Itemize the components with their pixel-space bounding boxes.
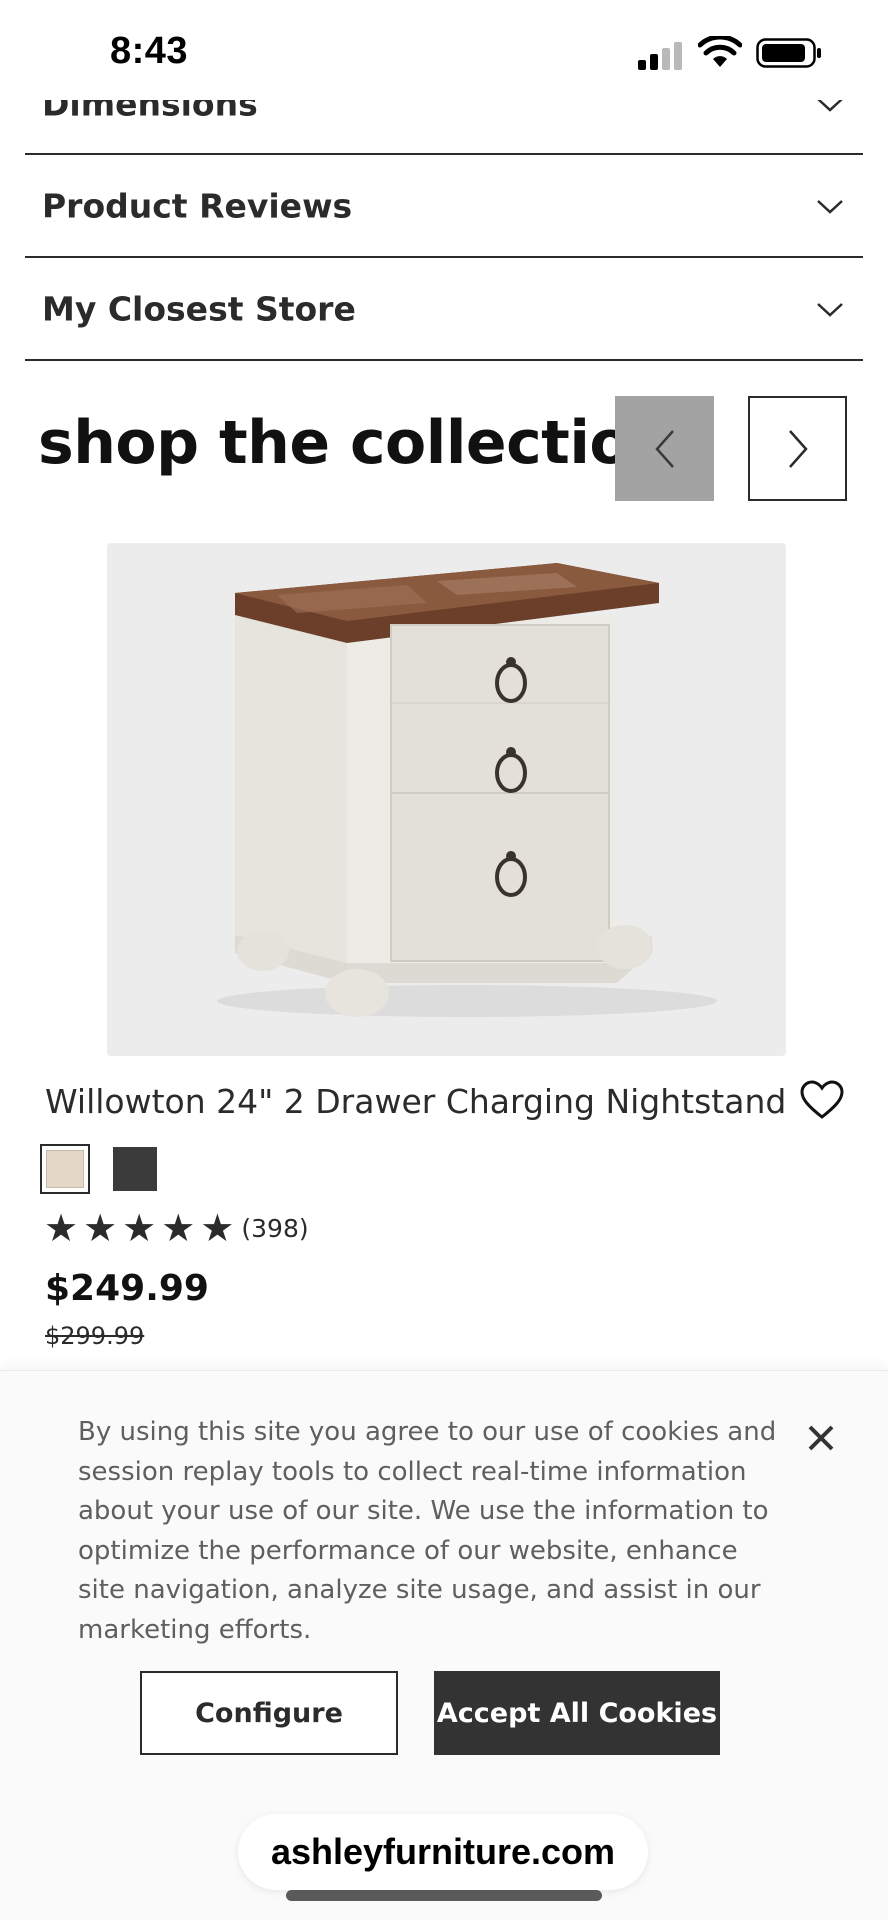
product-rating[interactable]: ★ ★ ★ ★ ★ (398)	[44, 1208, 309, 1248]
product-image[interactable]	[107, 543, 786, 1056]
accordion-my-closest-store[interactable]: My Closest Store	[25, 258, 863, 361]
section-title: shop the collection	[38, 408, 673, 478]
nightstand-image	[217, 563, 717, 1017]
accordion-product-reviews[interactable]: Product Reviews	[25, 155, 863, 258]
star-icon: ★	[200, 1206, 235, 1250]
heart-icon[interactable]	[800, 1080, 844, 1120]
accordion-title-product-reviews: Product Reviews	[42, 186, 353, 225]
carousel-prev-button[interactable]	[615, 396, 714, 501]
carousel-next-button[interactable]	[748, 396, 847, 501]
swatch-black[interactable]	[110, 1144, 160, 1194]
page: Dimensions Product Reviews My Closest St…	[0, 0, 888, 1920]
url-text: ashleyfurniture.com	[270, 1831, 616, 1872]
wifi-icon	[698, 36, 742, 67]
original-price: $299.99	[45, 1322, 145, 1350]
chevron-left-icon	[654, 429, 674, 468]
rating-count: (398)	[241, 1213, 309, 1243]
battery-icon	[756, 38, 821, 68]
accept-all-cookies-button[interactable]: Accept All Cookies	[434, 1671, 720, 1755]
configure-button[interactable]: Configure	[140, 1671, 398, 1755]
star-icon: ★	[83, 1206, 118, 1250]
sale-price: $249.99	[45, 1268, 209, 1309]
cellular-signal-icon	[638, 40, 686, 70]
browser-address-bar[interactable]: ashleyfurniture.com	[238, 1814, 648, 1890]
chevron-down-icon	[817, 199, 843, 214]
status-bar: 8:43	[0, 0, 888, 100]
accordion-title-my-closest-store: My Closest Store	[42, 289, 356, 328]
star-icon: ★	[122, 1206, 157, 1250]
product-name[interactable]: Willowton 24" 2 Drawer Charging Nightsta…	[45, 1082, 786, 1121]
star-icon: ★	[161, 1206, 196, 1250]
star-icon: ★	[44, 1206, 79, 1250]
home-indicator[interactable]	[286, 1890, 602, 1901]
swatch-whitewash[interactable]	[40, 1144, 90, 1194]
chevron-down-icon	[817, 302, 843, 317]
close-icon[interactable]	[806, 1423, 836, 1453]
status-time: 8:43	[110, 30, 189, 72]
chevron-right-icon	[788, 429, 808, 468]
cookie-message: By using this site you agree to our use …	[78, 1417, 777, 1645]
